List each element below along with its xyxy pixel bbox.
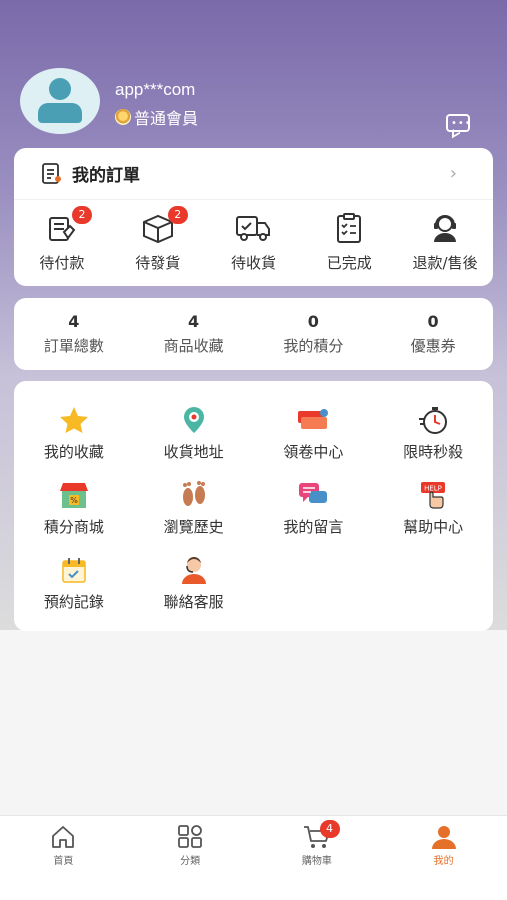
stat-value: 4 bbox=[188, 312, 200, 331]
service-appointment-records[interactable]: 預約記錄 bbox=[14, 555, 134, 630]
footprints-icon bbox=[182, 481, 205, 506]
member-level: 普通會員 bbox=[115, 105, 198, 129]
star-icon bbox=[59, 407, 88, 433]
stat-label: 優惠券 bbox=[410, 337, 456, 355]
tab-label: 分類 bbox=[180, 856, 201, 867]
services-card: 我的收藏 收貨地址 領卷中心 限時秒殺 % 積分商城 瀏覽歷史 我的留言 HEL… bbox=[14, 381, 493, 631]
coupon-icon bbox=[298, 409, 329, 429]
service-label: 我的留言 bbox=[283, 518, 344, 536]
avatar-head bbox=[49, 78, 71, 100]
order-list-icon bbox=[42, 162, 61, 184]
agent-icon bbox=[181, 557, 206, 584]
service-contact-support[interactable]: 聯絡客服 bbox=[134, 555, 254, 630]
delivery-truck-icon bbox=[236, 216, 271, 241]
user-icon bbox=[431, 826, 456, 849]
help-sign-icon: HELP bbox=[421, 482, 446, 509]
tab-category[interactable]: 分類 bbox=[127, 816, 254, 900]
order-status-label: 待收貨 bbox=[230, 254, 276, 272]
service-flash-sale[interactable]: 限時秒殺 bbox=[373, 405, 493, 480]
tab-label: 我的 bbox=[433, 856, 454, 867]
chevron-right-icon[interactable]: › bbox=[450, 163, 457, 184]
service-my-messages[interactable]: 我的留言 bbox=[254, 480, 374, 555]
service-label: 聯絡客服 bbox=[163, 593, 224, 611]
bottom-tab-bar: 首頁 分類 4 購物車 我的 bbox=[0, 815, 507, 900]
order-status-pending-payment[interactable]: 2 待付款 bbox=[14, 206, 110, 273]
service-label: 我的收藏 bbox=[43, 443, 104, 461]
stat-label: 訂單總數 bbox=[43, 337, 104, 355]
home-icon bbox=[52, 826, 75, 848]
tab-home[interactable]: 首頁 bbox=[0, 816, 127, 900]
stopwatch-icon bbox=[419, 407, 448, 434]
service-label: 限時秒殺 bbox=[403, 443, 464, 461]
orders-header[interactable]: 我的訂單 › bbox=[14, 148, 493, 200]
orders-card: 我的訂單 › 2 待付款 2 待發貨 待收貨 已完成 退款/售後 bbox=[14, 148, 493, 286]
clipboard-check-icon bbox=[337, 213, 362, 243]
service-label: 領卷中心 bbox=[283, 443, 344, 461]
stat-value: 4 bbox=[68, 312, 80, 331]
service-browse-history[interactable]: 瀏覽歷史 bbox=[134, 480, 254, 555]
medal-icon bbox=[115, 109, 131, 125]
stat-value: 0 bbox=[307, 312, 319, 331]
service-label: 瀏覽歷史 bbox=[163, 518, 224, 536]
cart-badge: 4 bbox=[319, 820, 340, 838]
order-status-label: 待發貨 bbox=[135, 254, 181, 272]
service-help-center[interactable]: HELP 幫助中心 bbox=[373, 480, 493, 555]
order-status-label: 待付款 bbox=[39, 254, 85, 272]
service-label: 收貨地址 bbox=[163, 443, 224, 461]
member-level-label: 普通會員 bbox=[134, 109, 199, 128]
avatar-body bbox=[38, 103, 82, 123]
tab-label: 首頁 bbox=[53, 856, 74, 867]
service-address[interactable]: 收貨地址 bbox=[134, 405, 254, 480]
service-coupon-center[interactable]: 領卷中心 bbox=[254, 405, 374, 480]
avatar[interactable] bbox=[20, 68, 100, 134]
service-points-mall[interactable]: % 積分商城 bbox=[14, 480, 134, 555]
service-label: 幫助中心 bbox=[403, 518, 464, 536]
category-grid-icon bbox=[178, 825, 203, 848]
order-badge: 2 bbox=[72, 206, 92, 224]
stat-points[interactable]: 0 我的積分 bbox=[254, 298, 374, 370]
stat-total-orders[interactable]: 4 訂單總數 bbox=[14, 298, 134, 370]
stats-card: 4 訂單總數 4 商品收藏 0 我的積分 0 優惠券 bbox=[14, 298, 493, 370]
calendar-icon bbox=[62, 558, 86, 583]
chat-bubbles-icon bbox=[299, 483, 328, 503]
order-status-pending-receipt[interactable]: 待收貨 bbox=[206, 212, 302, 273]
order-status-label: 已完成 bbox=[326, 254, 372, 272]
tab-cart[interactable]: 4 購物車 bbox=[254, 816, 381, 900]
stat-value: 0 bbox=[427, 312, 439, 331]
svg-text:%: % bbox=[70, 496, 78, 505]
location-pin-icon bbox=[183, 407, 204, 433]
order-status-pending-shipment[interactable]: 2 待發貨 bbox=[110, 206, 206, 273]
username: app***com bbox=[115, 80, 196, 99]
stat-label: 我的積分 bbox=[283, 337, 344, 355]
tab-label: 購物車 bbox=[301, 856, 332, 867]
customer-service-icon bbox=[434, 215, 457, 242]
store-icon: % bbox=[59, 483, 88, 508]
service-label: 預約記錄 bbox=[43, 593, 104, 611]
message-icon[interactable]: ••• bbox=[446, 114, 471, 132]
order-status-completed[interactable]: 已完成 bbox=[301, 212, 397, 273]
stat-coupons[interactable]: 0 優惠券 bbox=[373, 298, 493, 370]
order-badge: 2 bbox=[167, 206, 188, 224]
tab-me[interactable]: 我的 bbox=[380, 816, 507, 900]
service-favorites[interactable]: 我的收藏 bbox=[14, 405, 134, 480]
svg-text:HELP: HELP bbox=[424, 485, 442, 493]
order-status-refund[interactable]: 退款/售後 bbox=[397, 212, 493, 273]
stat-label: 商品收藏 bbox=[163, 337, 224, 355]
service-label: 積分商城 bbox=[43, 518, 104, 536]
orders-title: 我的訂單 bbox=[72, 166, 140, 186]
stat-favorites[interactable]: 4 商品收藏 bbox=[134, 298, 254, 370]
order-status-label: 退款/售後 bbox=[412, 254, 478, 272]
